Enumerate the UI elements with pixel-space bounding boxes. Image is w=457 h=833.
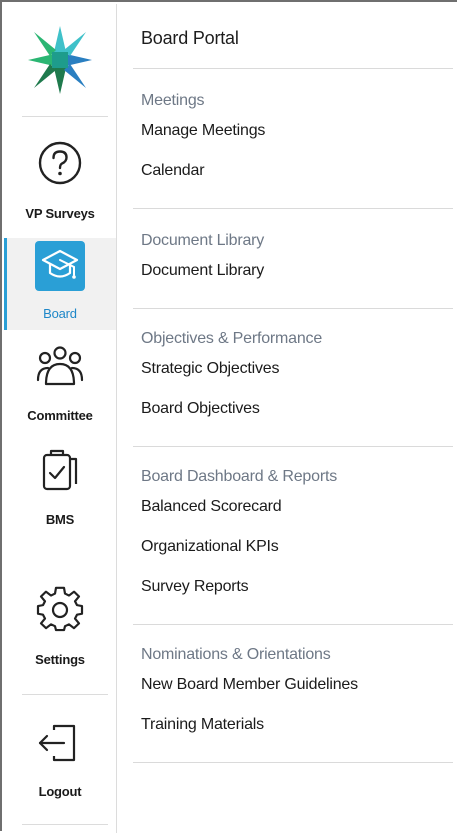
sidebar-item-committee[interactable]: Committee	[4, 340, 116, 432]
sidebar-separator	[22, 116, 108, 117]
sidebar-item-label: Settings	[35, 652, 85, 667]
divider	[133, 208, 453, 209]
link-calendar[interactable]: Calendar	[141, 162, 205, 180]
sidebar-item-logout[interactable]: Logout	[4, 712, 116, 812]
divider	[133, 624, 453, 625]
link-organizational-kpis[interactable]: Organizational KPIs	[141, 538, 279, 556]
sidebar-separator	[22, 824, 108, 825]
sidebar-item-label: Board	[43, 306, 77, 321]
logo-area[interactable]	[4, 4, 116, 116]
logout-icon	[38, 724, 76, 762]
page-title: Board Portal	[141, 28, 239, 48]
sidebar: VP Surveys Board Committee BMS Settings …	[4, 4, 117, 833]
sidebar-item-vp-surveys[interactable]: VP Surveys	[4, 128, 116, 228]
board-portal-panel: Board Portal Meetings Manage Meetings Ca…	[117, 4, 457, 833]
link-survey-reports[interactable]: Survey Reports	[141, 578, 249, 596]
section-heading-dashboard-reports: Board Dashboard & Reports	[141, 468, 338, 485]
divider	[133, 446, 453, 447]
sidebar-item-bms[interactable]: BMS	[4, 444, 116, 534]
app-frame: VP Surveys Board Committee BMS Settings …	[0, 0, 457, 833]
clipboard-check-icon	[42, 449, 78, 491]
sidebar-item-label: VP Surveys	[25, 206, 95, 221]
star-logo-icon	[28, 26, 92, 94]
graduation-cap-icon	[35, 241, 85, 291]
sidebar-item-label: BMS	[45, 512, 75, 527]
link-manage-meetings[interactable]: Manage Meetings	[141, 122, 265, 140]
divider	[133, 308, 453, 309]
divider	[133, 762, 453, 763]
sidebar-separator	[22, 694, 108, 695]
link-training-materials[interactable]: Training Materials	[141, 716, 264, 734]
question-circle-icon	[38, 141, 82, 185]
sidebar-item-board[interactable]: Board	[4, 238, 116, 330]
people-group-icon	[36, 346, 84, 386]
sidebar-item-label: Logout	[38, 784, 82, 799]
section-heading-objectives: Objectives & Performance	[141, 330, 323, 347]
gear-icon	[36, 586, 84, 632]
section-heading-meetings: Meetings	[141, 92, 205, 109]
link-document-library[interactable]: Document Library	[141, 262, 264, 280]
link-new-board-member-guidelines[interactable]: New Board Member Guidelines	[141, 676, 358, 694]
link-board-objectives[interactable]: Board Objectives	[141, 400, 260, 418]
sidebar-item-settings[interactable]: Settings	[4, 582, 116, 672]
link-strategic-objectives[interactable]: Strategic Objectives	[141, 360, 279, 378]
divider	[133, 68, 453, 69]
sidebar-item-label: Committee	[27, 408, 93, 423]
section-heading-document-library: Document Library	[141, 232, 265, 249]
section-heading-nominations: Nominations & Orientations	[141, 646, 331, 663]
link-balanced-scorecard[interactable]: Balanced Scorecard	[141, 498, 282, 516]
